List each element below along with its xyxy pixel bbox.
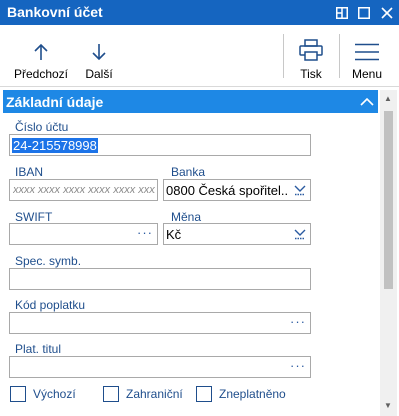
menu-label: Menu: [351, 67, 383, 81]
collapse-button[interactable]: [355, 90, 378, 113]
scroll-down-icon[interactable]: ▼: [384, 401, 392, 410]
toolbar-separator: [339, 34, 340, 78]
checkbox-foreign-label: Zahraniční: [126, 387, 183, 401]
previous-button[interactable]: Předchozí: [8, 25, 74, 87]
account-number-label: Číslo účtu: [15, 120, 69, 134]
print-label: Tisk: [300, 67, 322, 81]
close-button[interactable]: [376, 0, 398, 25]
scrollbar-thumb[interactable]: [384, 111, 393, 289]
dropdown-icon[interactable]: [294, 184, 306, 199]
fee-code-input[interactable]: ···: [9, 312, 311, 334]
ellipsis-icon[interactable]: ···: [290, 358, 306, 373]
toolbar-separator: [283, 34, 284, 78]
section-header-basic[interactable]: Základní údaje: [3, 90, 378, 113]
form-content: Základní údaje ▲ ▼ Číslo účtu 24-2155789…: [0, 87, 399, 416]
bank-value: 0800 Česká spořitel...: [166, 183, 288, 198]
account-number-value: 24-215578998: [12, 138, 98, 153]
next-label: Další: [85, 67, 113, 81]
dropdown-icon[interactable]: [294, 228, 306, 243]
checkbox-default[interactable]: Výchozí: [10, 386, 76, 402]
previous-label: Předchozí: [13, 67, 69, 81]
chevron-up-icon: [359, 97, 374, 106]
bank-label: Banka: [171, 165, 206, 179]
checkbox-foreign[interactable]: Zahraniční: [103, 386, 183, 402]
iban-input[interactable]: xxxx xxxx xxxx xxxx xxxx xxxx: [9, 179, 158, 201]
iban-placeholder: xxxx xxxx xxxx xxxx xxxx xxxx: [13, 184, 155, 196]
dock-icon: [336, 6, 348, 19]
swift-label: SWIFT: [15, 210, 53, 224]
printer-icon: [299, 39, 323, 61]
spec-symbol-label: Spec. symb.: [15, 254, 82, 268]
checkbox-box[interactable]: [196, 386, 212, 402]
checkbox-box[interactable]: [10, 386, 26, 402]
menu-button[interactable]: Menu: [344, 25, 390, 87]
payment-title-input[interactable]: ···: [9, 356, 311, 378]
print-button[interactable]: Tisk: [288, 25, 334, 87]
ellipsis-icon[interactable]: ···: [137, 225, 153, 240]
account-number-input[interactable]: 24-215578998: [9, 134, 311, 156]
ellipsis-icon[interactable]: ···: [290, 314, 306, 329]
hamburger-menu-icon: [355, 43, 379, 61]
section-title: Základní údaje: [6, 94, 104, 110]
payment-title-label: Plat. titul: [15, 342, 62, 356]
currency-value: Kč: [166, 227, 182, 242]
bank-select[interactable]: 0800 Česká spořitel...: [163, 179, 311, 201]
arrow-down-icon: [92, 44, 106, 61]
arrow-up-icon: [34, 43, 48, 60]
window-title: Bankovní účet: [7, 4, 103, 20]
window-title-bar: Bankovní účet: [0, 0, 399, 25]
iban-label: IBAN: [15, 165, 44, 179]
checkbox-box[interactable]: [103, 386, 119, 402]
checkbox-invalidated-label: Zneplatněno: [219, 387, 286, 401]
close-icon: [381, 6, 393, 19]
currency-label: Měna: [171, 210, 202, 224]
currency-select[interactable]: Kč: [163, 223, 311, 245]
vertical-scrollbar[interactable]: ▲ ▼: [380, 90, 397, 416]
toolbar: Předchozí Další Tisk Menu: [0, 25, 399, 87]
maximize-button[interactable]: [353, 0, 375, 25]
dock-button[interactable]: [331, 0, 353, 25]
next-button[interactable]: Další: [80, 25, 118, 87]
spec-symbol-input[interactable]: [9, 268, 311, 290]
checkbox-default-label: Výchozí: [33, 387, 76, 401]
swift-input[interactable]: ···: [9, 223, 158, 245]
fee-code-label: Kód poplatku: [15, 298, 86, 312]
checkbox-invalidated[interactable]: Zneplatněno: [196, 386, 286, 402]
scroll-up-icon[interactable]: ▲: [384, 94, 392, 103]
maximize-icon: [358, 6, 370, 19]
